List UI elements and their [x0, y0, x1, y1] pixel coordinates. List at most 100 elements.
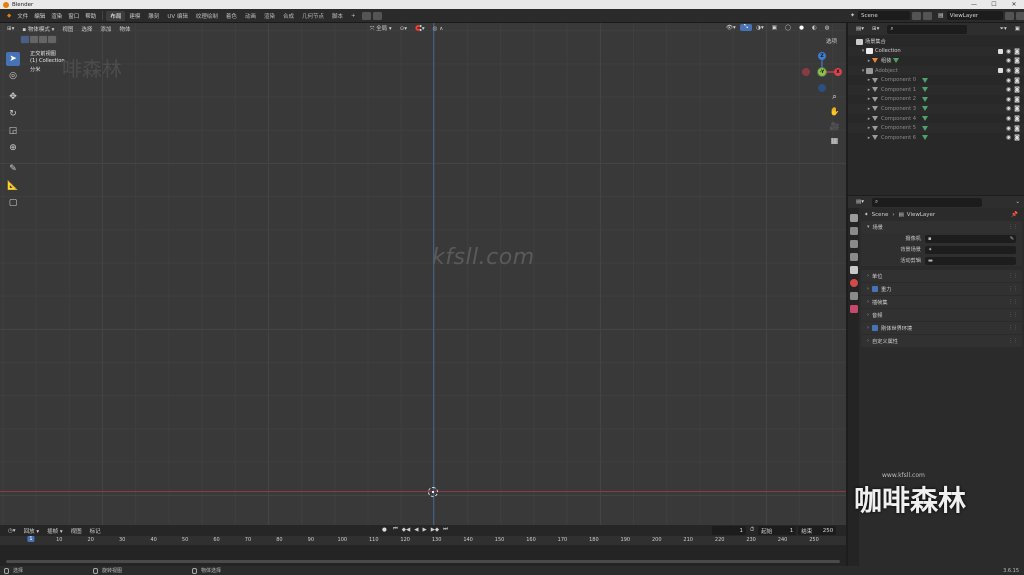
playhead-label[interactable]: 1 — [27, 536, 35, 542]
3d-viewport[interactable]: ⊞▾ ▪ 物体模式 ▾ 视图 选择 添加 物体 ⤧ 全局 ▾ ⊙▾ 🧲▾ ◎ ∧… — [0, 23, 846, 525]
tab-shading[interactable]: 着色 — [222, 11, 241, 21]
object-mode-dropdown[interactable]: ▪ 物体模式 ▾ — [18, 25, 58, 33]
camera-field[interactable]: ▪ ✎ — [925, 234, 1016, 243]
record-icon[interactable]: ● — [378, 527, 391, 533]
menu-view[interactable]: 视图 — [67, 527, 86, 535]
tab-scripting[interactable]: 脚本 — [328, 11, 347, 21]
navigation-gizmo[interactable]: Z X -Y — [800, 51, 844, 95]
timeline-editor-type-icon[interactable]: ◷▾ — [4, 528, 20, 534]
scene-field[interactable]: Scene — [858, 11, 911, 20]
end-frame-field[interactable]: 结束 250 — [798, 526, 837, 535]
tree-row-collection[interactable]: ▾ Collection ◉ ◙ — [848, 46, 1024, 57]
tab-layout[interactable]: 布局 — [106, 10, 126, 21]
properties-options-icon[interactable]: ⌄ — [1011, 199, 1024, 205]
camera-icon[interactable]: ◙ — [1014, 134, 1020, 141]
camera-icon[interactable]: ◙ — [1014, 48, 1020, 55]
shading-material-icon[interactable]: ◐ — [808, 25, 821, 31]
jump-end-icon[interactable]: ⏭ — [441, 526, 450, 533]
panel-header[interactable]: › 音频 ⋮⋮ — [861, 309, 1022, 321]
tree-row-collection[interactable]: ▾ Adobject ◉ ◙ — [848, 65, 1024, 76]
camera-icon[interactable]: ◙ — [1014, 77, 1020, 84]
tree-row-component[interactable]: ▸ Component 3 ◉ ◙ — [848, 104, 1024, 114]
camera-icon[interactable]: ◙ — [1014, 67, 1020, 74]
camera-icon[interactable]: ◙ — [1014, 115, 1020, 122]
pin-icon[interactable]: 📌 — [1011, 212, 1018, 218]
tab-animation[interactable]: 动画 — [241, 11, 260, 21]
workspace-icon[interactable] — [361, 11, 371, 20]
scene-icon[interactable]: ✦ — [850, 12, 855, 19]
exclude-checkbox[interactable] — [997, 68, 1003, 74]
eye-icon[interactable]: ◉ — [1006, 77, 1011, 84]
viewlayer-delete-icon[interactable] — [1015, 11, 1024, 20]
view-layer-tab-icon[interactable] — [849, 253, 858, 261]
play-icon[interactable]: ▶ — [420, 527, 428, 533]
scale-tool-icon[interactable]: ◲ — [6, 124, 20, 138]
snap-icon[interactable]: 🧲▾ — [411, 26, 429, 32]
menu-render[interactable]: 渲染 — [48, 12, 65, 20]
timeline-track[interactable] — [0, 545, 846, 566]
gizmo-neg-x-axis[interactable] — [802, 68, 810, 76]
menu-add[interactable]: 添加 — [96, 25, 115, 33]
eye-icon[interactable]: ◉ — [1006, 134, 1011, 141]
menu-select[interactable]: 选择 — [77, 25, 96, 33]
new-collection-icon[interactable]: ▣ — [1011, 26, 1024, 32]
tree-row-component[interactable]: ▸ Component 1 ◉ ◙ — [848, 84, 1024, 95]
menu-marker[interactable]: 标记 — [86, 527, 105, 535]
frame-ruler[interactable]: 10 20 30 40 50 60 70 80 90 100 110 120 130 140 150 160 1… — [0, 536, 846, 567]
eye-icon[interactable]: ◉ — [1006, 67, 1011, 74]
scene-copy-icon[interactable] — [923, 11, 933, 20]
camera-icon[interactable]: ◙ — [1014, 96, 1020, 103]
minimize-button[interactable]: — — [964, 1, 984, 8]
gizmo-neg-z-axis[interactable] — [818, 84, 826, 92]
proportional-edit-icon[interactable]: ◎ ∧ — [429, 26, 448, 32]
menu-window[interactable]: 窗口 — [65, 12, 82, 20]
tool-tab-icon[interactable] — [849, 214, 858, 222]
active-clip-field[interactable]: ▬ — [925, 256, 1016, 265]
workspace-icon-2[interactable] — [372, 11, 382, 20]
menu-playback[interactable]: 回放 ▾ — [20, 527, 44, 535]
properties-search-input[interactable]: ⌕ — [871, 197, 982, 207]
camera-icon[interactable]: ◙ — [1014, 57, 1020, 64]
menu-edit[interactable]: 编辑 — [31, 12, 48, 20]
scene-tab-icon[interactable] — [849, 266, 858, 274]
texture-tab-icon[interactable] — [849, 305, 858, 313]
overlay-toggle-icon[interactable]: ◑▾ — [752, 25, 768, 31]
pan-hand-icon[interactable]: ✋ — [829, 106, 840, 117]
shading-rendered-icon[interactable]: ◍ — [821, 25, 834, 31]
menu-keying[interactable]: 插帧 ▾ — [43, 527, 67, 535]
timeline-scrollbar[interactable] — [6, 560, 840, 563]
tree-row-component[interactable]: ▸ Component 2 ◉ ◙ — [848, 95, 1024, 105]
panel-header[interactable]: › 重力 ⋮⋮ — [861, 283, 1022, 295]
start-frame-field[interactable]: 起始 1 — [758, 526, 797, 535]
transform-tool-icon[interactable]: ⊕ — [6, 141, 20, 155]
tab-uv-editing[interactable]: UV 编辑 — [163, 11, 192, 21]
viewlayer-icon[interactable]: ▤ — [938, 12, 944, 19]
eye-icon[interactable]: ◉ — [1006, 105, 1011, 112]
collection-tab-icon[interactable] — [849, 292, 858, 300]
zoom-icon[interactable]: ⌕ — [829, 91, 840, 102]
gizmo-toggle-icon[interactable]: ⤡ — [739, 24, 753, 31]
select-mode-icons[interactable] — [20, 35, 58, 44]
viewlayer-copy-icon[interactable] — [1004, 11, 1014, 20]
outliner-display-mode-icon[interactable]: ⊞▾ — [868, 26, 883, 32]
tab-texture-paint[interactable]: 纹理绘制 — [192, 11, 222, 21]
eye-icon[interactable]: ◉ — [1006, 125, 1011, 132]
close-button[interactable]: ✕ — [1004, 1, 1024, 8]
add-cube-tool-icon[interactable]: ▢ — [6, 196, 20, 210]
tab-geometry-nodes[interactable]: 几何节点 — [298, 11, 328, 21]
filter-icon[interactable]: ⏷▾ — [996, 26, 1011, 33]
cursor-tool-icon[interactable]: ◎ — [6, 69, 20, 83]
eye-icon[interactable]: ◉ — [1006, 86, 1011, 93]
outliner-search-input[interactable]: ⌕ — [887, 24, 968, 34]
tree-row-component[interactable]: ▸ Component 6 ◉ ◙ — [848, 133, 1024, 143]
xray-icon[interactable]: ▣ — [768, 25, 781, 31]
visibility-icon[interactable]: 👁▾ — [722, 25, 740, 31]
tree-row-component[interactable]: ▸ Component 0 ◉ ◙ — [848, 75, 1024, 85]
menu-object[interactable]: 物体 — [115, 25, 134, 33]
menu-file[interactable]: 文件 — [14, 12, 31, 20]
camera-icon[interactable]: ◙ — [1014, 86, 1020, 93]
camera-icon[interactable]: ◙ — [1014, 105, 1020, 112]
current-frame-field[interactable]: 1 — [712, 526, 746, 535]
eye-icon[interactable]: ◉ — [1006, 57, 1011, 64]
maximize-button[interactable]: ☐ — [984, 1, 1004, 8]
